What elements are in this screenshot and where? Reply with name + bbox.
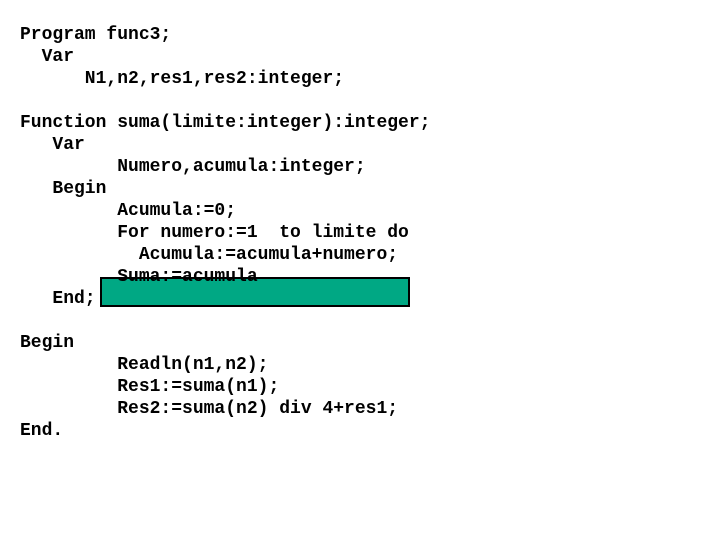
code-line: Res1:=suma(n1);	[20, 376, 700, 398]
code-line: Acumula:=acumula+numero;	[20, 244, 700, 266]
code-line: Readln(n1,n2);	[20, 354, 700, 376]
code-line: Function suma(limite:integer):integer;	[20, 112, 700, 134]
code-line: Begin	[20, 332, 700, 354]
code-document: Program func3; Var N1,n2,res1,res2:integ…	[0, 0, 720, 442]
code-line: End;	[20, 288, 700, 310]
code-line: N1,n2,res1,res2:integer;	[20, 68, 700, 90]
code-line: End.	[20, 420, 700, 442]
code-line: Var	[20, 46, 700, 68]
code-line: Res2:=suma(n2) div 4+res1;	[20, 398, 700, 420]
code-line: Acumula:=0;	[20, 200, 700, 222]
code-line: Program func3;	[20, 24, 700, 46]
blank-line	[20, 310, 700, 332]
code-line: Var	[20, 134, 700, 156]
blank-line	[20, 90, 700, 112]
code-line: Numero,acumula:integer;	[20, 156, 700, 178]
code-line: For numero:=1 to limite do	[20, 222, 700, 244]
code-line: Suma:=acumula	[20, 266, 700, 288]
code-block: Program func3; Var N1,n2,res1,res2:integ…	[20, 24, 700, 442]
code-line: Begin	[20, 178, 700, 200]
